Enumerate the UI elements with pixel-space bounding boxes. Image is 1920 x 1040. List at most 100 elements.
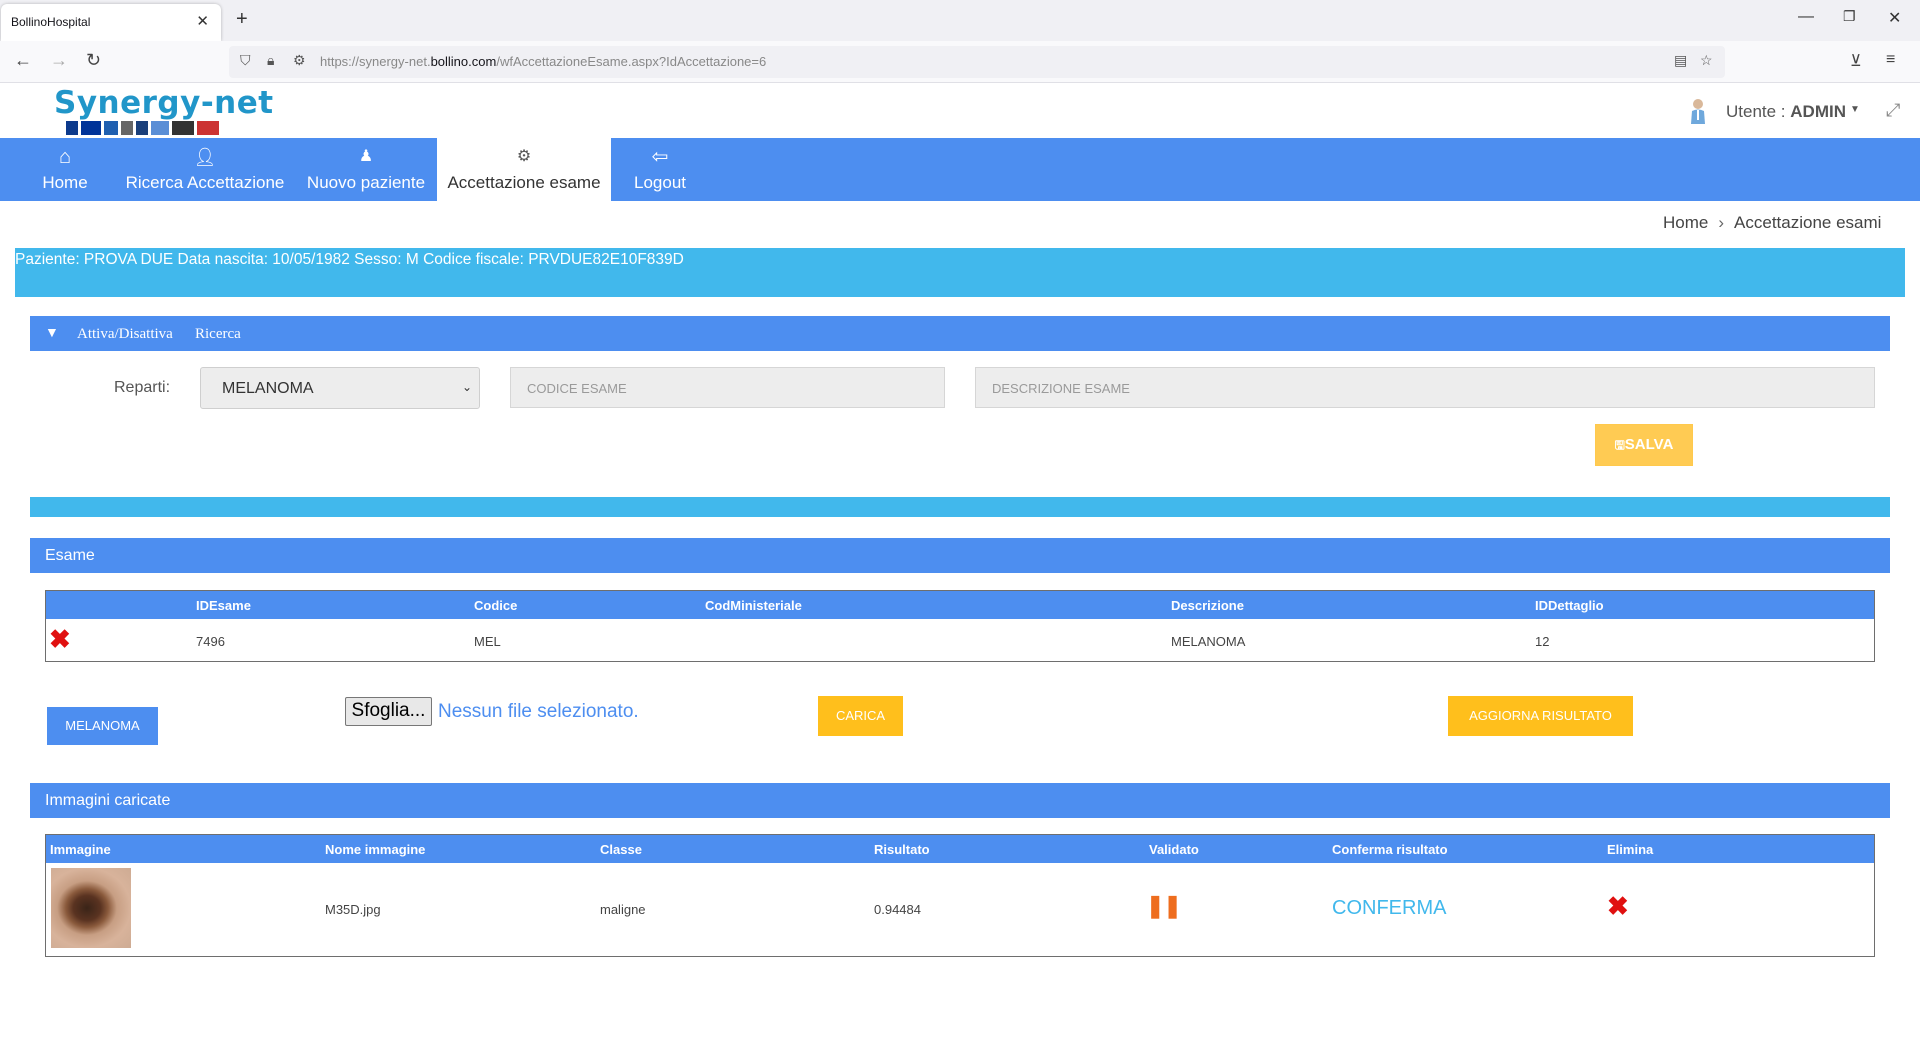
tab-title: BollinoHospital <box>11 15 91 29</box>
delete-icon[interactable]: ✖ <box>49 626 71 652</box>
cell-iddettaglio: 12 <box>1535 634 1550 649</box>
cell-nome-immagine: M35D.jpg <box>325 902 381 917</box>
patient-info-text: Paziente: PROVA DUE Data nascita: 10/05/… <box>15 251 684 268</box>
bookmark-star-icon[interactable]: ☆ <box>1700 52 1713 69</box>
delete-icon[interactable]: ✖ <box>1607 893 1629 919</box>
partner-logos <box>66 121 256 137</box>
col-validato: Validato <box>1149 842 1199 857</box>
browse-file-button[interactable]: Sfoglia... <box>345 697 432 726</box>
menu-item-accettazione-esame[interactable]: ⚙ Accettazione esame <box>437 138 611 201</box>
toggle-label[interactable]: Attiva/Disattiva <box>77 326 173 343</box>
col-codice: Codice <box>474 598 518 613</box>
menu-label: Nuovo paziente <box>306 173 426 192</box>
close-tab-icon[interactable]: ✕ <box>196 12 209 30</box>
reload-icon[interactable]: ↻ <box>86 50 101 71</box>
chevron-down-icon: ⌄ <box>461 380 472 394</box>
chevron-down-icon: ▼ <box>45 324 59 340</box>
chevron-right-icon: › <box>1718 213 1725 232</box>
reader-view-icon[interactable]: ▤ <box>1674 52 1687 69</box>
gear-icon: ⚙ <box>516 148 532 165</box>
logout-icon: ⇦ <box>651 146 669 168</box>
lesion-thumbnail[interactable] <box>51 868 131 948</box>
carica-button[interactable]: CARICA <box>818 696 903 736</box>
fullscreen-icon[interactable]: ⤢ <box>1886 100 1900 121</box>
descrizione-esame-input[interactable]: DESCRIZIONE ESAME <box>975 367 1875 408</box>
breadcrumb-home[interactable]: Home <box>1663 213 1708 232</box>
address-bar[interactable]: ⛉ 🔒︎ ⚙ https://synergy-net.bollino.com/w… <box>229 46 1725 78</box>
app-header: Synergy-net Utente : ADMIN ▼ <box>0 84 1920 139</box>
restore-icon[interactable]: ❐ <box>1843 8 1856 25</box>
cell-risultato: 0.94484 <box>874 902 921 917</box>
col-nome-immagine: Nome immagine <box>325 842 426 857</box>
shield-icon[interactable]: ⛉ <box>240 52 251 69</box>
codice-esame-input[interactable]: CODICE ESAME <box>510 367 945 408</box>
pause-icon[interactable]: ❚❚ <box>1146 893 1182 919</box>
save-icon: 🖫︎ <box>1614 438 1625 452</box>
table-row: M35D.jpg maligne 0.94484 ❚❚ CONFERMA ✖ <box>46 863 1874 956</box>
menu-item-home[interactable]: ⌂ Home <box>30 138 100 201</box>
hamburger-menu-icon[interactable]: ≡ <box>1886 51 1895 69</box>
col-immagine: Immagine <box>50 842 111 857</box>
aggiorna-risultato-button[interactable]: AGGIORNA RISULTATO <box>1448 696 1633 736</box>
forward-icon[interactable]: → <box>50 50 68 71</box>
col-risultato: Risultato <box>874 842 930 857</box>
immagini-table: Immagine Nome immagine Classe Risultato … <box>45 834 1875 957</box>
browser-navbar: ← → ↻ ⛉ 🔒︎ ⚙ https://synergy-net.bollino… <box>0 41 1920 83</box>
category-melanoma-button[interactable]: MELANOMA <box>47 707 158 745</box>
menu-label: Logout <box>634 173 686 192</box>
chevron-down-icon: ▼ <box>1850 104 1860 115</box>
browser-tab[interactable]: BollinoHospital ✕ <box>1 4 221 41</box>
col-idesame: IDEsame <box>196 598 251 613</box>
menu-item-logout[interactable]: ⇦ Logout <box>620 138 700 201</box>
cell-classe: maligne <box>600 902 646 917</box>
col-codministeriale: CodMinisteriale <box>705 598 802 613</box>
synergy-logo[interactable]: Synergy-net <box>54 85 274 135</box>
breadcrumb: Home › Accettazione esami <box>1663 213 1881 233</box>
col-elimina: Elimina <box>1607 842 1654 857</box>
user-icon: ♟ <box>358 148 374 165</box>
lock-icon[interactable]: 🔒︎ <box>267 52 274 69</box>
url-text[interactable]: https://synergy-net.bollino.com/wfAccett… <box>320 54 766 69</box>
permissions-icon[interactable]: ⚙ <box>293 52 306 69</box>
patient-info-bar: Paziente: PROVA DUE Data nascita: 10/05/… <box>15 248 1905 297</box>
reparti-value: MELANOMA <box>222 380 314 397</box>
user-add-icon: 👤︎ <box>193 147 217 167</box>
col-descrizione: Descrizione <box>1171 598 1244 613</box>
new-tab-icon[interactable]: + <box>236 8 248 31</box>
reparti-label: Reparti: <box>114 379 171 396</box>
col-classe: Classe <box>600 842 642 857</box>
menu-label: Accettazione esame <box>447 173 601 192</box>
descrizione-esame-placeholder: DESCRIZIONE ESAME <box>992 381 1130 396</box>
menu-item-ricerca-accettazione[interactable]: 👤︎ Ricerca Accettazione <box>120 138 290 201</box>
cell-descrizione: MELANOMA <box>1171 634 1246 649</box>
no-file-label: Nessun file selezionato. <box>438 701 639 722</box>
save-button[interactable]: 🖫︎SALVA <box>1595 424 1693 466</box>
esame-table: IDEsame Codice CodMinisteriale Descrizio… <box>45 590 1875 662</box>
menu-label: Home <box>42 173 88 192</box>
immagini-panel-header: Immagini caricate <box>30 783 1890 818</box>
col-iddettaglio: IDDettaglio <box>1535 598 1604 613</box>
codice-esame-placeholder: CODICE ESAME <box>527 381 627 396</box>
save-label: SALVA <box>1624 436 1674 453</box>
conferma-link[interactable]: CONFERMA <box>1332 897 1446 920</box>
minimize-icon[interactable]: — <box>1798 8 1814 26</box>
main-menu: ⌂ Home 👤︎ Ricerca Accettazione ♟ Nuovo p… <box>0 138 1920 201</box>
logo-text: Synergy-net <box>54 85 274 121</box>
search-toggle-header[interactable]: ▼ Attiva/Disattiva Ricerca <box>30 316 1890 351</box>
cell-idesame: 7496 <box>196 634 225 649</box>
cell-codice: MEL <box>474 634 501 649</box>
home-icon: ⌂ <box>58 146 72 168</box>
window-close-icon[interactable]: ✕ <box>1888 8 1901 28</box>
col-conferma-risultato: Conferma risultato <box>1332 842 1448 857</box>
browser-tabbar: BollinoHospital ✕ + — ❐ ✕ <box>0 0 1920 41</box>
immagini-title: Immagini caricate <box>45 792 171 809</box>
back-icon[interactable]: ← <box>14 50 32 71</box>
reparti-select[interactable]: MELANOMA ⌄ <box>200 367 480 409</box>
esame-title: Esame <box>45 547 95 564</box>
esame-table-header: IDEsame Codice CodMinisteriale Descrizio… <box>46 591 1874 619</box>
breadcrumb-current: Accettazione esami <box>1734 213 1882 232</box>
user-avatar <box>1688 98 1708 124</box>
esame-panel-header: Esame <box>30 538 1890 573</box>
menu-item-nuovo-paziente[interactable]: ♟ Nuovo paziente <box>300 138 432 201</box>
pocket-icon[interactable]: ⊻ <box>1850 51 1862 71</box>
